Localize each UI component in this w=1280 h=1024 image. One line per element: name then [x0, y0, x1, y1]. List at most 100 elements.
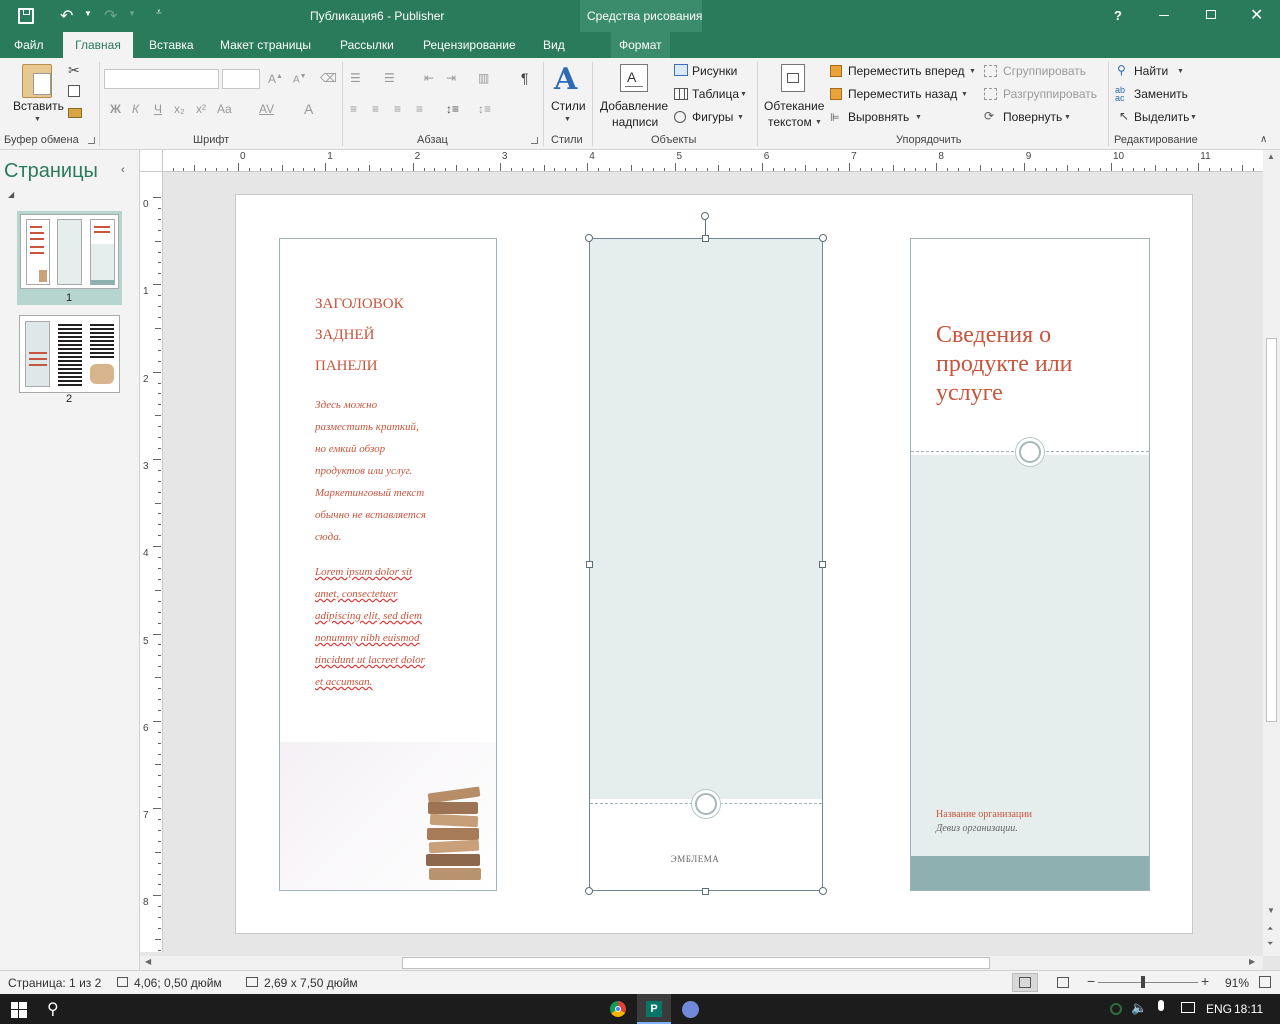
clear-format-icon[interactable]: ⌫ — [320, 71, 337, 85]
vertical-scroll-thumb[interactable] — [1266, 338, 1277, 722]
shapes-icon[interactable] — [674, 111, 686, 123]
bullets-icon[interactable]: ☰ — [350, 71, 361, 85]
horizontal-scrollbar[interactable]: ◀ ▶ — [140, 956, 1263, 970]
zoom-slider-track[interactable] — [1098, 982, 1198, 983]
italic-button[interactable]: К — [132, 102, 139, 116]
organization-name[interactable]: Название организации — [936, 809, 1032, 820]
shapes-dropdown-icon[interactable]: ▼ — [737, 114, 744, 121]
ungroup-button[interactable]: Разгруппировать — [1003, 87, 1097, 101]
text-box-label-2[interactable]: надписи — [612, 115, 658, 129]
wrap-text-label-2[interactable]: текстом — [768, 115, 812, 129]
format-painter-icon[interactable] — [68, 108, 82, 118]
page-thumbnail-2[interactable]: 2 — [17, 313, 122, 407]
language-indicator[interactable]: ENG — [1206, 1002, 1232, 1016]
rotation-handle[interactable] — [701, 212, 709, 220]
clipboard-launcher-icon[interactable] — [88, 137, 95, 144]
rotate-dropdown-icon[interactable]: ▼ — [1064, 114, 1071, 121]
send-backward-icon[interactable] — [830, 88, 842, 100]
document-canvas[interactable]: ЗАГОЛОВОК ЗАДНЕЙ ПАНЕЛИ Здесь можно разм… — [163, 172, 1263, 956]
resize-handle-r[interactable] — [819, 561, 826, 568]
numbering-icon[interactable]: ☰ — [384, 71, 395, 85]
find-dropdown-icon[interactable]: ▼ — [1177, 68, 1184, 75]
next-page-icon[interactable]: ⏷ — [1267, 939, 1273, 949]
tab-format[interactable]: Формат — [611, 32, 670, 58]
two-page-view-icon[interactable] — [1057, 977, 1069, 988]
chrome-icon[interactable] — [610, 1001, 626, 1017]
table-button[interactable]: Таблица — [692, 87, 739, 101]
page-thumbnail-1[interactable]: 1 — [17, 211, 122, 305]
table-icon[interactable] — [674, 88, 688, 100]
section-expander-icon[interactable]: ◢ — [8, 190, 14, 199]
front-panel-title[interactable]: Сведения о продукте или услуге — [936, 321, 1073, 408]
group-icon[interactable] — [984, 65, 997, 77]
page-indicator[interactable]: Страница: 1 из 2 — [8, 976, 101, 990]
replace-icon[interactable]: ab ac — [1115, 86, 1125, 103]
superscript-button[interactable]: x² — [196, 102, 206, 116]
justify-icon[interactable]: ≡ — [416, 102, 423, 116]
front-panel[interactable]: Сведения о продукте или услуге Название … — [910, 238, 1150, 891]
tab-home[interactable]: Главная — [63, 32, 133, 58]
front-circle-icon[interactable] — [1015, 437, 1045, 467]
table-dropdown-icon[interactable]: ▼ — [740, 91, 747, 98]
pictures-icon[interactable] — [674, 64, 688, 76]
cut-icon[interactable]: ✂ — [68, 62, 80, 79]
align-dropdown-icon[interactable]: ▼ — [915, 114, 922, 121]
close-button[interactable]: ✕ — [1250, 5, 1263, 25]
scroll-right-icon[interactable]: ▶ — [1249, 957, 1255, 966]
tray-app-icon[interactable] — [1110, 1003, 1122, 1015]
back-panel-heading[interactable]: ЗАГОЛОВОК ЗАДНЕЙ ПАНЕЛИ — [315, 289, 404, 382]
search-icon[interactable]: ⚲ — [47, 999, 59, 1019]
group-button[interactable]: Сгруппировать — [1003, 64, 1086, 78]
line-spacing-icon[interactable]: ↕≡ — [446, 102, 459, 116]
undo-dropdown-icon[interactable]: ▼ — [84, 9, 92, 18]
select-icon[interactable]: ↖ — [1119, 109, 1129, 123]
ungroup-icon[interactable] — [984, 88, 997, 100]
horizontal-scroll-thumb[interactable] — [402, 957, 990, 969]
resize-handle-tr[interactable] — [819, 234, 827, 242]
text-box-label-1[interactable]: Добавление — [600, 99, 668, 113]
emblem-circle-icon[interactable] — [691, 789, 721, 819]
paste-dropdown-icon[interactable]: ▼ — [34, 116, 41, 123]
copy-icon[interactable] — [68, 85, 80, 97]
font-color-button[interactable]: A — [304, 101, 313, 117]
tab-review[interactable]: Рецензирование — [415, 32, 524, 58]
send-backward-dropdown-icon[interactable]: ▼ — [961, 91, 968, 98]
tab-mailings[interactable]: Рассылки — [332, 32, 402, 58]
grow-font-icon[interactable]: A▲ — [268, 72, 283, 86]
redo-icon[interactable]: ↷ — [104, 6, 117, 26]
microphone-icon[interactable] — [1158, 1000, 1164, 1011]
previous-page-icon[interactable]: ⏶ — [1267, 924, 1273, 934]
styles-icon[interactable]: A — [554, 62, 577, 97]
horizontal-ruler[interactable]: 0 1 2 3 4 5 6 7 8 9 10 11 — [163, 150, 1263, 172]
zoom-in-icon[interactable]: + — [1201, 973, 1209, 989]
paste-button[interactable]: Вставить — [13, 99, 64, 113]
resize-handle-l[interactable] — [586, 561, 593, 568]
align-objects-icon[interactable]: ⊫ — [830, 111, 840, 124]
tab-view[interactable]: Вид — [535, 32, 573, 58]
subscript-button[interactable]: x₂ — [174, 102, 185, 116]
paragraph-spacing-icon[interactable]: ↕≡ — [478, 102, 491, 116]
bring-forward-icon[interactable] — [830, 65, 842, 77]
tab-insert[interactable]: Вставка — [141, 32, 202, 58]
resize-handle-tl[interactable] — [585, 234, 593, 242]
align-right-icon[interactable]: ≡ — [394, 102, 401, 116]
change-case-button[interactable]: Aa — [217, 102, 232, 116]
scroll-up-icon[interactable]: ▲ — [1267, 152, 1275, 161]
books-image[interactable] — [280, 742, 496, 890]
volume-icon[interactable]: 🔈 — [1131, 1000, 1147, 1016]
single-page-view-icon[interactable] — [1012, 973, 1038, 992]
save-icon[interactable] — [18, 8, 34, 24]
windows-start-icon[interactable] — [11, 1002, 27, 1018]
vertical-scrollbar[interactable]: ▲ ▼ ⏶ ⏷ — [1263, 150, 1280, 956]
undo-icon[interactable]: ↶ — [60, 6, 73, 26]
bring-forward-dropdown-icon[interactable]: ▼ — [969, 68, 976, 75]
vertical-ruler[interactable]: 0 1 2 3 4 5 6 7 8 — [140, 172, 163, 952]
zoom-slider-thumb[interactable] — [1141, 976, 1145, 988]
zoom-out-icon[interactable]: − — [1087, 973, 1095, 989]
organization-motto[interactable]: Девиз организации. — [936, 823, 1018, 834]
emblem-label[interactable]: ЭМБЛЕМА — [590, 854, 800, 864]
align-center-icon[interactable]: ≡ — [372, 102, 379, 116]
zoom-level[interactable]: 91% — [1225, 976, 1249, 990]
select-button[interactable]: Выделить — [1134, 110, 1189, 124]
underline-button[interactable]: Ч — [154, 102, 162, 116]
